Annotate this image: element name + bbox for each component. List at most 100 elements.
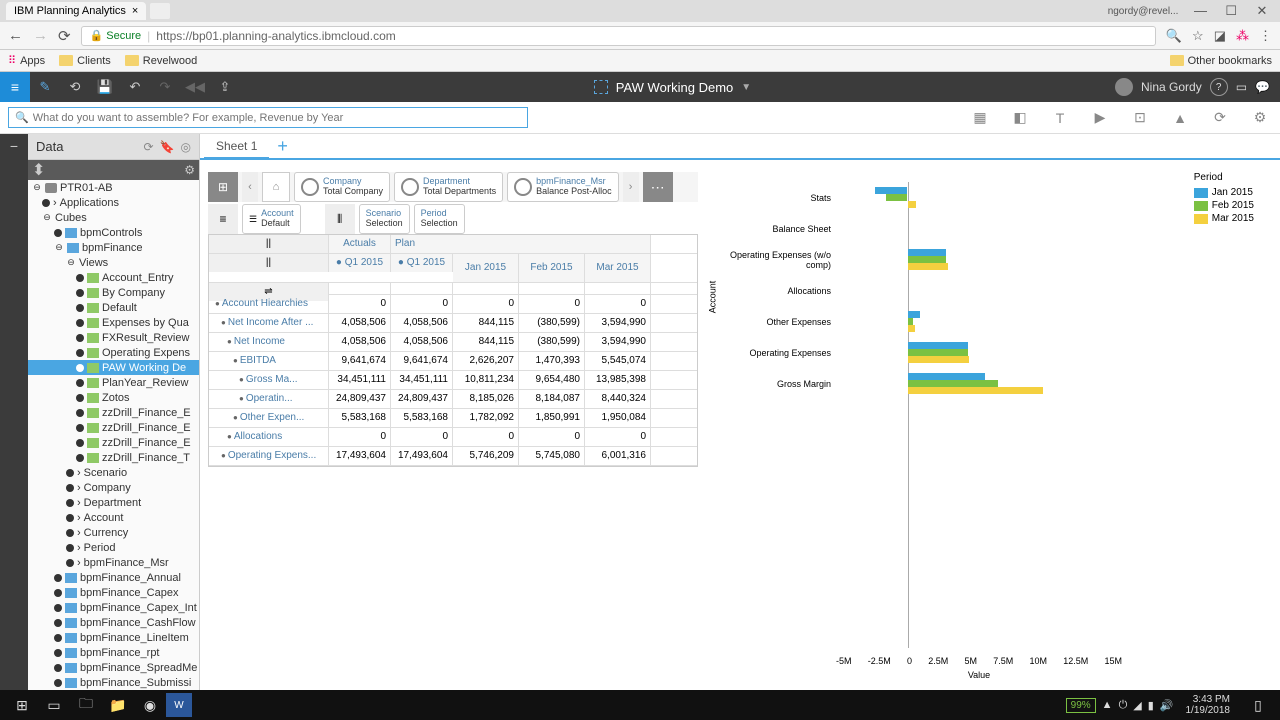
data-cell[interactable]: 34,451,111 xyxy=(329,371,391,389)
bookmark-folder-revelwood[interactable]: Revelwood xyxy=(125,55,197,67)
back-icon[interactable]: ← xyxy=(8,27,23,44)
tree-view-item[interactable]: Account_Entry xyxy=(28,270,199,285)
row-header[interactable]: ● Gross Ma... xyxy=(209,371,329,389)
tree-cube-item[interactable]: bpmFinance_Annual xyxy=(28,570,199,585)
columns-icon[interactable]: ⦀ xyxy=(325,204,355,234)
data-cell[interactable]: 3,594,990 xyxy=(585,314,651,332)
table-row[interactable]: ● Operating Expens...17,493,60417,493,60… xyxy=(209,447,697,466)
tree-cube-item[interactable]: bpmFinance_Capex_Int xyxy=(28,600,199,615)
data-cell[interactable]: 9,654,480 xyxy=(519,371,585,389)
assembly-search-input[interactable] xyxy=(33,112,521,124)
pencil-icon[interactable]: ✎ xyxy=(30,72,60,102)
period-header[interactable]: ● Q1 2015 xyxy=(391,254,453,272)
reload-icon[interactable]: ⟳ xyxy=(58,27,71,45)
other-bookmarks[interactable]: Other bookmarks xyxy=(1170,55,1272,67)
data-cell[interactable]: (380,599) xyxy=(519,314,585,332)
chevron-down-icon[interactable]: ▼ xyxy=(741,82,751,93)
extension-icon[interactable]: ◪ xyxy=(1214,28,1226,44)
undo-icon[interactable]: ↶ xyxy=(120,72,150,102)
home-icon[interactable]: ⌂ xyxy=(262,172,290,202)
tree-cube-item[interactable]: bpmFinance_CashFlow xyxy=(28,615,199,630)
battery-indicator[interactable]: 99% xyxy=(1066,698,1096,713)
row-header[interactable]: ● Account Hiearchies xyxy=(209,295,329,313)
tree-view-item[interactable]: zzDrill_Finance_E xyxy=(28,420,199,435)
data-cell[interactable]: 5,745,080 xyxy=(519,447,585,465)
tree-cubes[interactable]: ⊖Cubes xyxy=(28,210,199,225)
volume-icon[interactable]: 🔊 xyxy=(1160,699,1174,712)
battery-icon[interactable]: ▮ xyxy=(1148,699,1154,712)
tree-views[interactable]: ⊖Views xyxy=(28,255,199,270)
data-cell[interactable]: 9,641,674 xyxy=(391,352,453,370)
tree-view-item[interactable]: zzDrill_Finance_E xyxy=(28,435,199,450)
hamburger-icon[interactable]: ≡ xyxy=(0,72,30,102)
new-tab-button[interactable] xyxy=(150,3,170,19)
add-sheet-button[interactable]: + xyxy=(269,136,296,157)
avatar[interactable] xyxy=(1115,78,1133,96)
data-cell[interactable]: 0 xyxy=(453,428,519,446)
data-cell[interactable]: 3,594,990 xyxy=(585,333,651,351)
data-cell[interactable]: 6,001,316 xyxy=(585,447,651,465)
widget-refresh-icon[interactable]: ⟳ xyxy=(1208,106,1232,130)
extension-icon-2[interactable]: ⁂ xyxy=(1236,28,1249,44)
widget-video-icon[interactable]: ▶ xyxy=(1088,106,1112,130)
widget-calendar-icon[interactable]: ◧ xyxy=(1008,106,1032,130)
tree-dimension-item[interactable]: ›Account xyxy=(28,510,199,525)
data-cell[interactable]: 17,493,604 xyxy=(391,447,453,465)
chat-icon[interactable]: 💬 xyxy=(1255,80,1270,94)
share-icon[interactable]: ⇪ xyxy=(210,72,240,102)
tree-cube[interactable]: bpmControls xyxy=(28,225,199,240)
widget-text-icon[interactable]: T xyxy=(1048,106,1072,130)
data-cell[interactable]: 4,058,506 xyxy=(391,333,453,351)
tray-up-icon[interactable]: ▲ xyxy=(1102,699,1113,711)
data-cell[interactable]: 5,746,209 xyxy=(453,447,519,465)
row-dim-account[interactable]: ☰AccountDefault xyxy=(242,204,301,234)
tree-view-item[interactable]: Default xyxy=(28,300,199,315)
clock[interactable]: 3:43 PM 1/19/2018 xyxy=(1180,694,1237,716)
pause-icon[interactable]: || xyxy=(209,254,329,272)
gear-icon[interactable]: ⚙ xyxy=(184,163,195,177)
assembly-search[interactable]: 🔍 xyxy=(8,107,528,128)
tree-db[interactable]: ⊖PTR01-AB xyxy=(28,180,199,195)
tree-view-item[interactable]: PAW Working De xyxy=(28,360,199,375)
data-cell[interactable]: 1,782,092 xyxy=(453,409,519,427)
tree-dimension-item[interactable]: ›bpmFinance_Msr xyxy=(28,555,199,570)
help-icon[interactable]: ? xyxy=(1210,78,1228,96)
menu-icon[interactable]: ⋮ xyxy=(1259,28,1272,44)
data-cell[interactable]: 0 xyxy=(519,295,585,313)
data-cell[interactable]: 844,115 xyxy=(453,333,519,351)
widget-settings-icon[interactable]: ⚙ xyxy=(1248,106,1272,130)
row-header[interactable]: ● Net Income After ... xyxy=(209,314,329,332)
period-header[interactable]: ● Q1 2015 xyxy=(329,254,391,272)
monitor-icon[interactable]: ▭ xyxy=(1236,80,1247,94)
data-cell[interactable]: 0 xyxy=(453,295,519,313)
notifications-icon[interactable]: ▯ xyxy=(1242,693,1274,717)
bookmark-icon[interactable]: 🔖 xyxy=(160,140,175,154)
table-row[interactable]: ● Allocations00000 xyxy=(209,428,697,447)
rows-icon[interactable]: ≡ xyxy=(208,204,238,234)
tree-view-item[interactable]: PlanYear_Review xyxy=(28,375,199,390)
column-header-actuals[interactable]: Actuals xyxy=(329,235,391,253)
data-cell[interactable]: (380,599) xyxy=(519,333,585,351)
power-icon[interactable]: ⏻ xyxy=(1119,699,1128,712)
table-row[interactable]: ● Gross Ma...34,451,11134,451,11110,811,… xyxy=(209,371,697,390)
data-cell[interactable]: 24,809,437 xyxy=(391,390,453,408)
table-row[interactable]: ● Account Hiearchies00000 xyxy=(209,295,697,314)
tree-dimension-item[interactable]: ›Company xyxy=(28,480,199,495)
pin-icon[interactable]: ⬍ xyxy=(32,160,45,180)
data-cell[interactable]: 4,058,506 xyxy=(329,333,391,351)
rewind-icon[interactable]: ◀◀ xyxy=(180,72,210,102)
more-icon[interactable]: ⋯ xyxy=(643,172,673,202)
file-explorer-icon[interactable]: 🗀 xyxy=(70,693,102,717)
data-cell[interactable]: 0 xyxy=(391,295,453,313)
url-input[interactable]: 🔒 Secure | https://bp01.planning-analyti… xyxy=(81,26,1156,46)
data-cell[interactable]: 10,811,234 xyxy=(453,371,519,389)
col-dim-period[interactable]: PeriodSelection xyxy=(414,204,465,234)
forward-icon[interactable]: → xyxy=(33,27,48,44)
data-cell[interactable]: 17,493,604 xyxy=(329,447,391,465)
data-cell[interactable]: 1,850,991 xyxy=(519,409,585,427)
browser-tab[interactable]: IBM Planning Analytics × xyxy=(6,2,146,20)
tree-view-item[interactable]: Zotos xyxy=(28,390,199,405)
data-cell[interactable]: 8,185,026 xyxy=(453,390,519,408)
table-row[interactable]: ● Other Expen...5,583,1685,583,1681,782,… xyxy=(209,409,697,428)
widget-web-icon[interactable]: ⊡ xyxy=(1128,106,1152,130)
